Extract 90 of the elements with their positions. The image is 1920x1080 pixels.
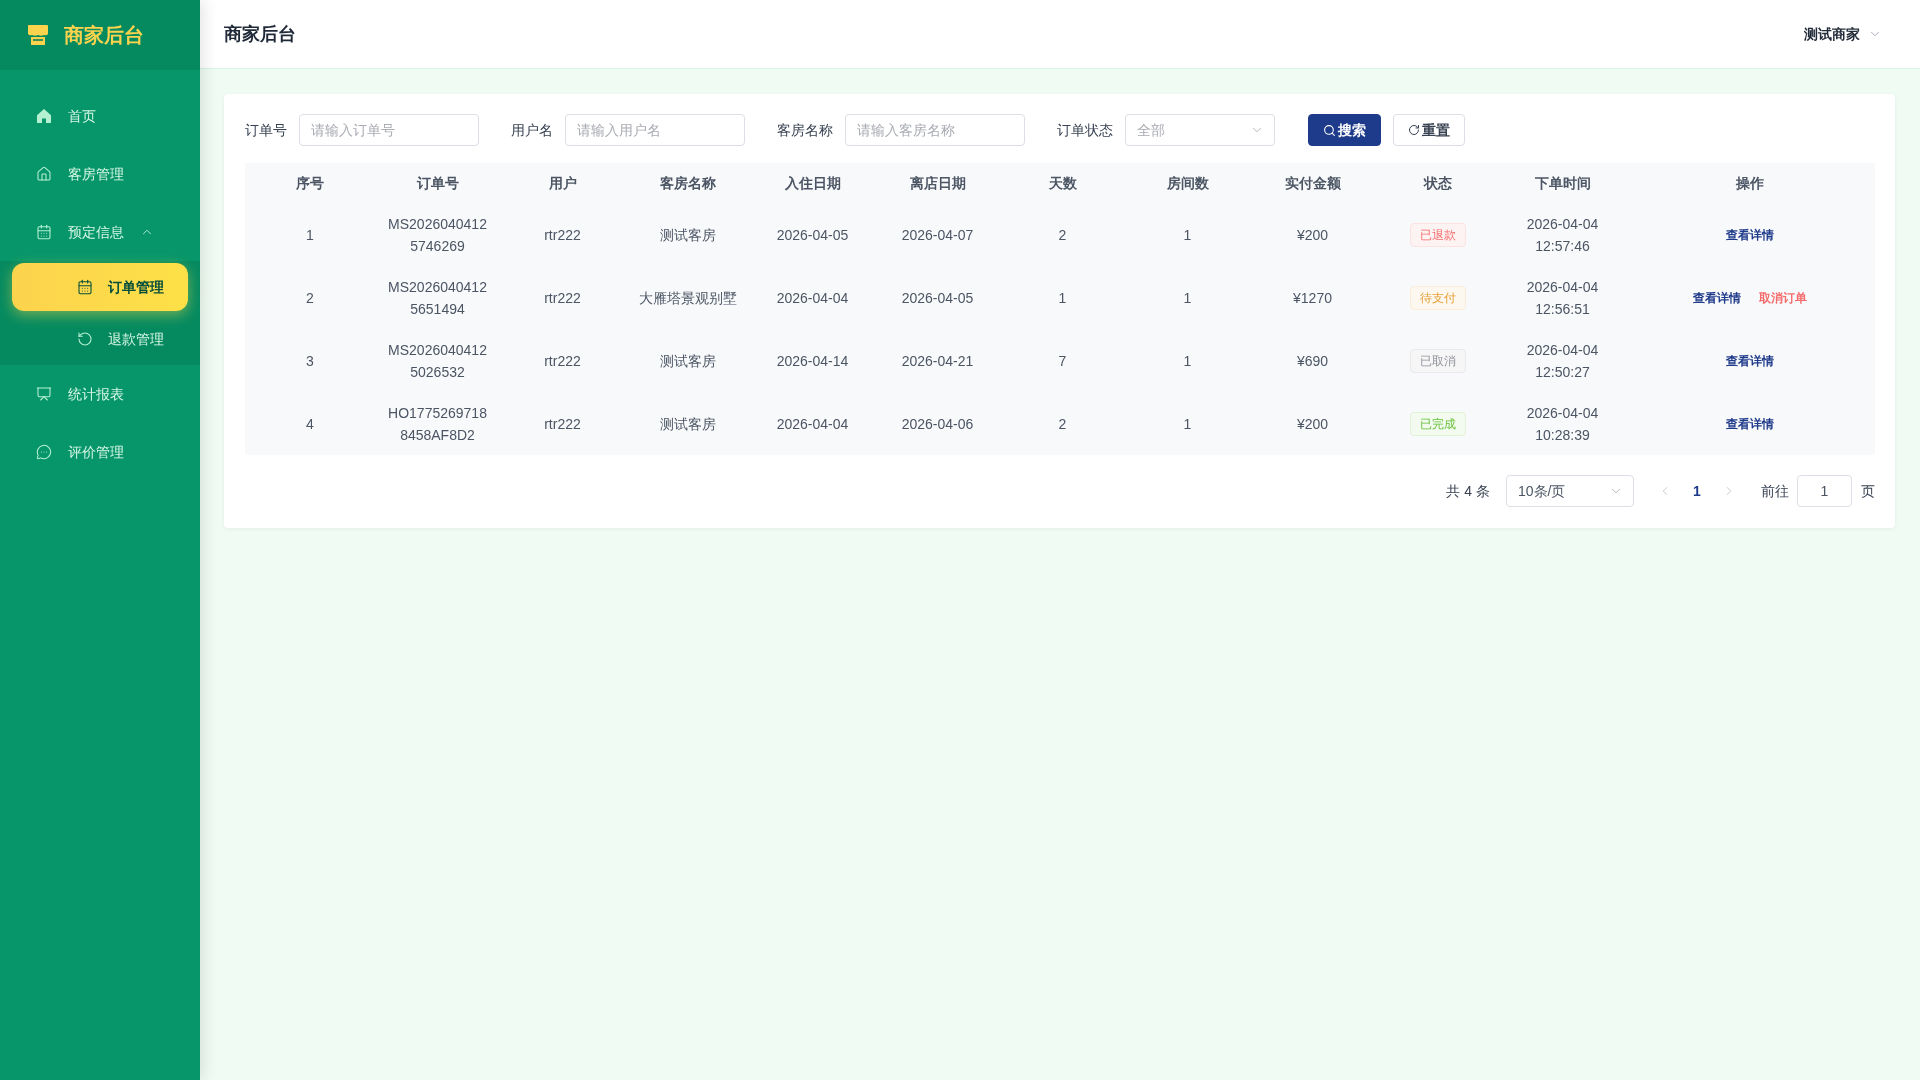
table-cell: 2026-04-07 [875,203,1000,266]
calendar-icon [77,279,93,295]
column-header: 序号 [245,163,375,203]
column-header: 房间数 [1125,163,1250,203]
table-cell: 2026-04-05 [750,203,875,266]
column-header: 入住日期 [750,163,875,203]
table-cell: 1 [1125,329,1250,392]
column-header: 用户 [500,163,625,203]
view-details-link[interactable]: 查看详情 [1726,414,1774,433]
column-header: 订单号 [375,163,500,203]
page-input-field[interactable]: 1 [1797,475,1852,507]
table-cell: 2026-04-14 [750,329,875,392]
table-cell: 大雁塔景观别墅 [625,266,750,329]
refresh-icon [1408,124,1420,136]
table-cell: rtr222 [500,329,625,392]
page-number[interactable]: 1 [1681,475,1713,507]
table-cell: MS20260404125651494 [375,266,500,329]
table-cell: ¥200 [1250,203,1375,266]
input-field[interactable]: 请输入用户名 [565,114,745,146]
column-header: 下单时间 [1500,163,1625,203]
table-cell: 2026-04-04 [750,266,875,329]
menu-item[interactable]: 退款管理 [12,315,188,363]
field-label: 客房名称 [777,120,833,140]
table-cell: rtr222 [500,392,625,455]
table-cell: 2026-04-04 12:57:46 [1500,203,1625,266]
column-header: 天数 [1000,163,1125,203]
table-cell: ¥1270 [1250,266,1375,329]
field-label: 用户名 [511,120,553,140]
table-cell: 4 [245,392,375,455]
table-cell: 1 [1125,203,1250,266]
search-button[interactable]: 搜索 [1308,114,1381,146]
table-cell: 1 [1125,266,1250,329]
column-header: 操作 [1625,163,1875,203]
status-tag: 已退款 [1409,223,1466,247]
table-cell: 2026-04-04 12:50:27 [1500,329,1625,392]
table-cell: 2026-04-04 12:56:51 [1500,266,1625,329]
home-icon [36,108,52,124]
user-menu[interactable]: 测试商家 [1804,23,1882,45]
page-suffix: 页 [1861,481,1875,501]
table-cell: 测试客房 [625,329,750,392]
field-label: 订单号 [245,120,287,140]
reset-button[interactable]: 重置 [1393,114,1465,146]
status-tag: 待支付 [1409,286,1466,310]
table-cell: 测试客房 [625,203,750,266]
table-cell: 2026-04-05 [875,266,1000,329]
table-cell: 2026-04-21 [875,329,1000,392]
table-cell: HO17752697188458AF8D2 [375,392,500,455]
field-label: 订单状态 [1057,120,1113,140]
table-cell: ¥200 [1250,392,1375,455]
table-cell: rtr222 [500,203,625,266]
search-icon [1323,123,1336,137]
input-field[interactable]: 请输入订单号 [299,114,479,146]
column-header: 状态 [1375,163,1500,203]
view-details-link[interactable]: 查看详情 [1726,351,1774,370]
table-cell: ¥690 [1250,329,1375,392]
status-tag: 已取消 [1409,349,1466,373]
table-cell: 1 [1125,392,1250,455]
column-header: 客房名称 [625,163,750,203]
goto-label: 前往 [1761,481,1789,501]
rotate-arrow-icon [77,331,93,347]
table-cell: 7 [1000,329,1125,392]
table-cell: 2 [245,266,375,329]
page-title: 商家后台 [224,22,296,46]
column-header: 离店日期 [875,163,1000,203]
menu-item[interactable]: 订单管理 [12,263,188,311]
table-cell: 1 [1000,266,1125,329]
table-cell: 3 [245,329,375,392]
store-logo-icon [27,24,49,46]
table-cell: 2 [1000,203,1125,266]
input-field[interactable]: 请输入客房名称 [845,114,1025,146]
view-details-link[interactable]: 查看详情 [1693,288,1741,307]
column-header: 实付金额 [1250,163,1375,203]
chat-bubble-icon [36,444,52,460]
page-size-select[interactable]: 10条/页 [1506,475,1634,507]
view-details-link[interactable]: 查看详情 [1726,225,1774,244]
total-count: 共 4 条 [1446,481,1490,501]
presentation-board-icon [36,386,52,402]
table-cell: MS20260404125026532 [375,329,500,392]
table-cell: 2026-04-06 [875,392,1000,455]
table-cell: 1 [245,203,375,266]
table-cell: 2026-04-04 10:28:39 [1500,392,1625,455]
calendar-icon [36,224,52,240]
table-cell: MS20260404125746269 [375,203,500,266]
table-cell: 测试客房 [625,392,750,455]
status-tag: 已完成 [1409,412,1466,436]
house-icon [36,166,52,182]
table-cell: rtr222 [500,266,625,329]
table-cell: 2026-04-04 [750,392,875,455]
app-title: 商家后台 [64,23,144,48]
table-cell: 2 [1000,392,1125,455]
